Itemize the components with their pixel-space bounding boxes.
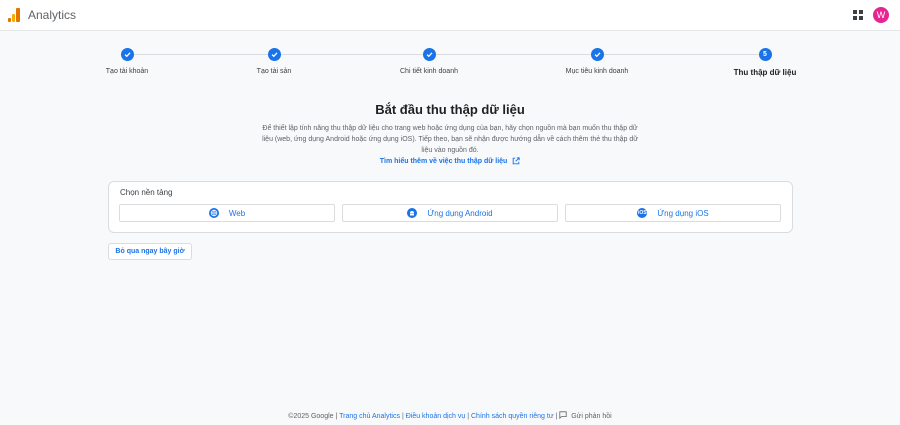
platform-label: Web (228, 208, 246, 218)
step-create-account[interactable]: Tạo tài khoản (57, 47, 197, 75)
footer-link-analytics-home[interactable]: Trang chủ Analytics (339, 413, 400, 420)
step-label: Tạo tài sản (256, 68, 292, 75)
page-description: Để thiết lập tính năng thu thập dữ liệu … (262, 125, 638, 154)
check-icon (422, 48, 436, 61)
platform-android-button[interactable]: Ứng dụng Android (342, 204, 558, 222)
footer-link-terms[interactable]: Điều khoản dịch vụ (406, 413, 466, 420)
page-title: Bắt đầu thu thập dữ liệu (375, 102, 525, 117)
apps-grid-icon[interactable] (853, 10, 863, 20)
step-label: Tạo tài khoản (105, 68, 149, 75)
platform-title: Chọn nền tảng (120, 188, 173, 197)
check-icon (120, 48, 134, 61)
app-title: Analytics (28, 8, 77, 22)
copyright: ©2025 Google (288, 413, 334, 420)
platform-label: Ứng dụng iOS (657, 208, 709, 218)
step-label: Thu thập dữ liệu (733, 68, 797, 77)
ios-icon: iOS (637, 208, 648, 218)
globe-icon (208, 208, 219, 218)
footer: ©2025 Google | Trang chủ Analytics | Điề… (0, 411, 900, 420)
avatar[interactable]: W (873, 7, 889, 23)
feedback-icon (559, 411, 567, 420)
footer-separator: | (335, 413, 338, 420)
step-number: 5 (758, 48, 772, 61)
footer-separator: | (555, 413, 558, 420)
feedback-text: Gửi phản hồi (571, 413, 612, 420)
footer-link-privacy[interactable]: Chính sách quyền riêng tư (471, 413, 554, 420)
platform-label: Ứng dụng Android (427, 208, 493, 218)
top-app-bar: Analytics W (0, 0, 900, 31)
learn-more-text: Tìm hiểu thêm về việc thu thập dữ liệu (379, 158, 508, 165)
platform-web-button[interactable]: Web (119, 204, 335, 222)
step-create-property[interactable]: Tạo tài sản (204, 47, 344, 75)
skip-button[interactable]: Bỏ qua ngay bây giờ (108, 243, 192, 260)
feedback-link[interactable]: Gửi phản hồi (559, 411, 612, 420)
check-icon (590, 48, 604, 61)
open-in-new-icon (512, 157, 520, 165)
platform-card: Chọn nền tảng Web Ứng dụng Android iOS Ứ… (108, 181, 793, 233)
step-business-details[interactable]: Chi tiết kinh doanh (359, 47, 499, 75)
step-label: Mục tiêu kinh doanh (565, 68, 629, 75)
android-icon (407, 208, 418, 218)
learn-more-link[interactable]: Tìm hiểu thêm về việc thu thập dữ liệu (0, 157, 900, 165)
step-data-collection[interactable]: 5 Thu thập dữ liệu (695, 47, 835, 77)
platform-ios-button[interactable]: iOS Ứng dụng iOS (565, 204, 781, 222)
check-icon (267, 48, 281, 61)
footer-separator: | (401, 413, 404, 420)
step-label: Chi tiết kinh doanh (400, 68, 458, 75)
step-business-objectives[interactable]: Mục tiêu kinh doanh (527, 47, 667, 75)
footer-separator: | (467, 413, 470, 420)
analytics-logo-icon[interactable] (8, 8, 20, 22)
